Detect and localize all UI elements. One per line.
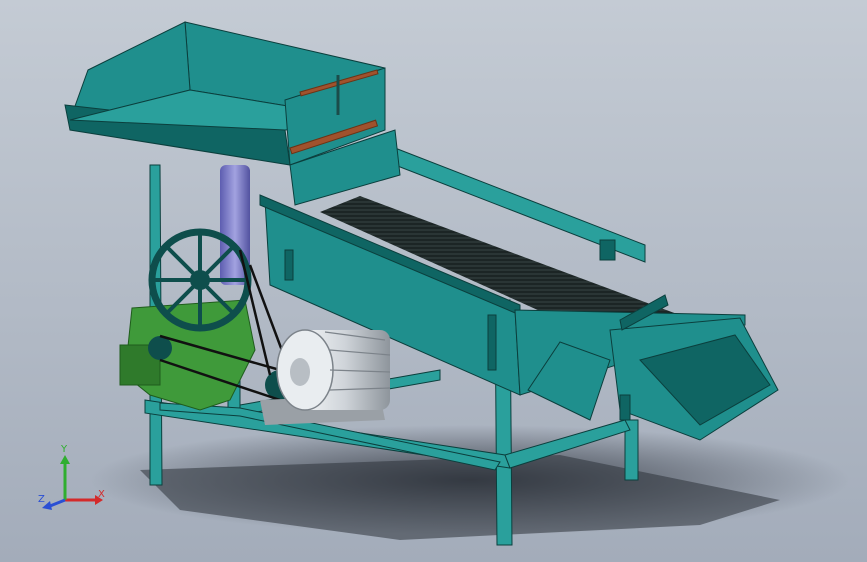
trough-bracket-2	[487, 314, 497, 371]
triad-z-label: Z	[38, 494, 45, 505]
motor-hub	[290, 358, 310, 386]
triad-x-label: X	[98, 489, 105, 500]
trough-bracket-1	[284, 249, 294, 281]
flywheel	[148, 228, 252, 332]
triad-y-arrow	[60, 455, 70, 464]
side-rail-bracket	[599, 239, 616, 261]
cad-viewport[interactable]: X Y Z	[0, 0, 867, 562]
triad-z-axis	[49, 498, 66, 508]
machine-model: X Y Z	[38, 21, 850, 546]
trough-bracket-3	[619, 394, 631, 421]
triad-y-label: Y	[60, 444, 68, 455]
